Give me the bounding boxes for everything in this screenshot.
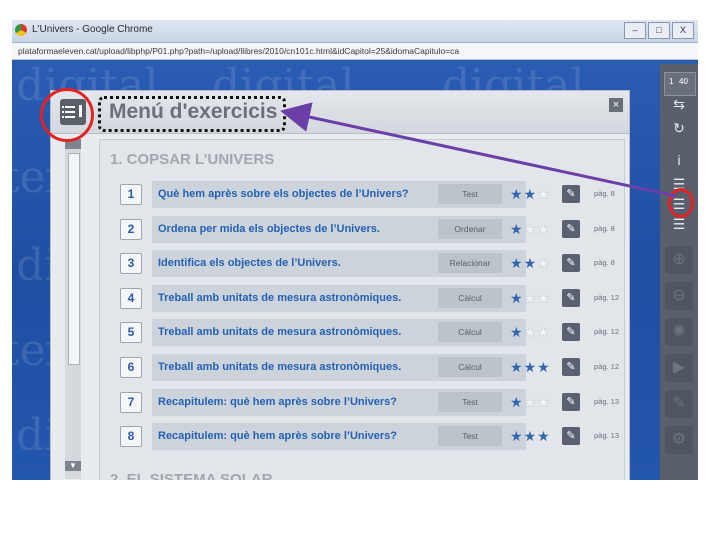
arrow-line (280, 102, 677, 198)
annotation-arrow (280, 102, 677, 198)
